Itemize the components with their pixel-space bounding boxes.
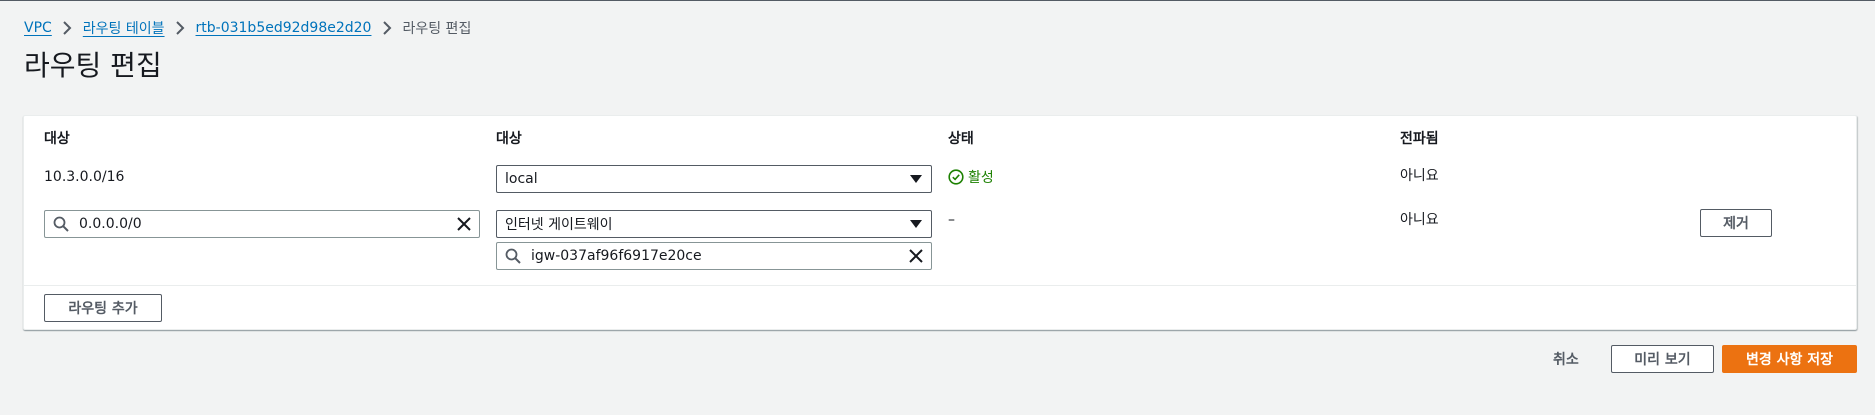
page-title: 라우팅 편집 — [24, 49, 162, 82]
panel-divider — [24, 285, 1856, 286]
preview-button[interactable]: 미리 보기 — [1611, 345, 1714, 373]
route-status-none: – — [948, 212, 955, 228]
column-header-target: 대상 — [496, 131, 522, 147]
chevron-right-icon — [52, 21, 83, 35]
column-header-destination: 대상 — [44, 131, 70, 147]
chevron-right-icon — [371, 21, 402, 35]
route-destination-local: 10.3.0.0/16 — [44, 169, 125, 185]
route-destination-input[interactable]: 0.0.0.0/0 — [44, 210, 480, 238]
routes-panel: 대상 대상 상태 전파됨 10.3.0.0/16 local 활성 아니요 0.… — [23, 115, 1857, 330]
cancel-button[interactable]: 취소 — [1553, 345, 1579, 373]
route-target-value: local — [505, 171, 538, 187]
route-destination-value: 0.0.0.0/0 — [79, 216, 142, 232]
column-header-status: 상태 — [948, 131, 974, 147]
search-icon — [53, 216, 69, 232]
route-status-active: 활성 — [948, 167, 994, 187]
breadcrumb-current: 라우팅 편집 — [402, 21, 472, 37]
breadcrumb: VPC 라우팅 테이블 rtb-031b5ed92d98e2d20 라우팅 편집 — [24, 17, 471, 39]
clear-icon[interactable] — [908, 248, 924, 264]
route-target-id-input[interactable]: igw-037af96f6917e20ce — [496, 242, 932, 270]
caret-down-icon — [910, 220, 922, 228]
check-circle-icon — [948, 169, 964, 185]
route-target-type-select[interactable]: 인터넷 게이트웨이 — [496, 210, 932, 238]
route-propagated-local: 아니요 — [1400, 168, 1439, 184]
remove-route-button[interactable]: 제거 — [1700, 209, 1772, 237]
column-header-propagated: 전파됨 — [1400, 131, 1439, 147]
route-target-id-value: igw-037af96f6917e20ce — [531, 248, 702, 264]
route-propagated-igw: 아니요 — [1400, 212, 1439, 228]
caret-down-icon — [910, 175, 922, 183]
clear-icon[interactable] — [456, 216, 472, 232]
save-changes-button[interactable]: 변경 사항 저장 — [1722, 345, 1857, 373]
breadcrumb-vpc[interactable]: VPC — [24, 20, 52, 36]
route-target-type-value: 인터넷 게이트웨이 — [505, 217, 613, 233]
top-border — [0, 0, 1875, 1]
chevron-right-icon — [165, 21, 196, 35]
add-route-button[interactable]: 라우팅 추가 — [44, 294, 162, 322]
breadcrumb-route-table-id[interactable]: rtb-031b5ed92d98e2d20 — [196, 20, 372, 36]
route-target-select-local[interactable]: local — [496, 165, 932, 193]
route-status-label: 활성 — [968, 170, 994, 186]
search-icon — [505, 248, 521, 264]
breadcrumb-route-tables[interactable]: 라우팅 테이블 — [83, 18, 165, 38]
